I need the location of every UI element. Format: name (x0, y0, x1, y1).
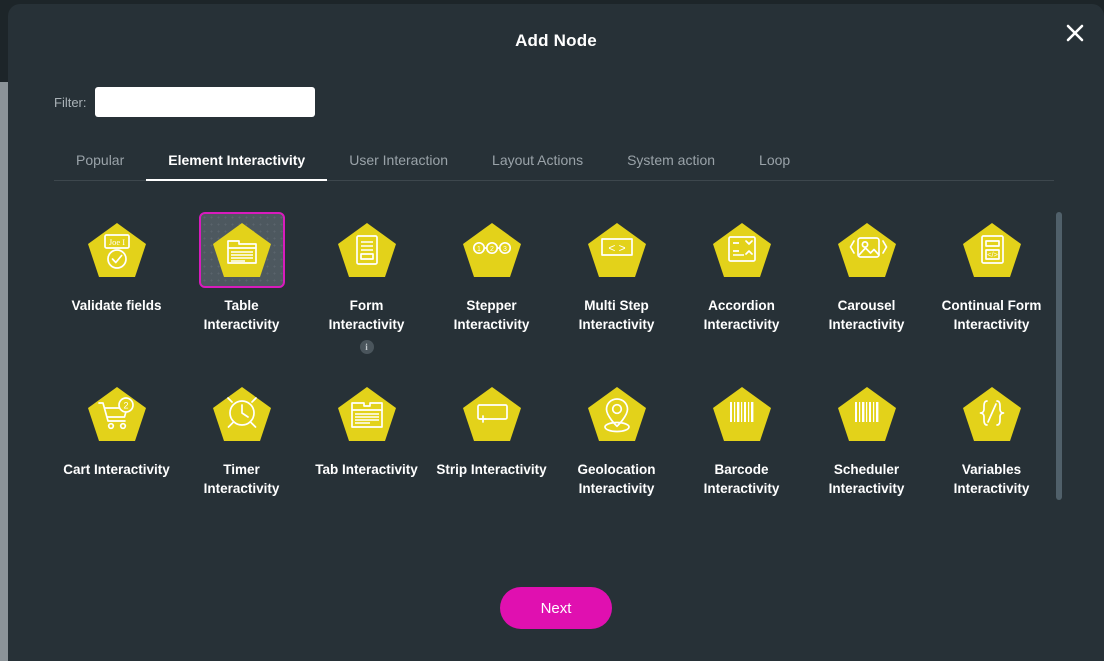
shopping-cart-icon: 2 (74, 376, 160, 452)
node-tile-label: Geolocation Interactivity (561, 460, 673, 498)
code-brackets-icon: < > (574, 212, 660, 288)
node-tile[interactable]: 2 Cart Interactivity (54, 376, 179, 498)
svg-text:1: 1 (477, 246, 481, 253)
node-tile[interactable]: Timer Interactivity (179, 376, 304, 498)
screen: Add Node Filter: PopularElement Interact… (0, 0, 1104, 661)
node-grid-container: Joe IValidate fieldsTable InteractivityF… (54, 204, 1054, 549)
node-tile[interactable]: Strip Interactivity (429, 376, 554, 498)
curly-slash-icon (949, 376, 1035, 452)
node-tile-label: Variables Interactivity (936, 460, 1048, 498)
tab-layout-actions[interactable]: Layout Actions (470, 152, 605, 180)
search-input[interactable] (95, 87, 315, 117)
node-tile[interactable]: 1 2 3 Stepper Interactivity (429, 212, 554, 354)
node-tile-label: Accordion Interactivity (686, 296, 798, 334)
alarm-clock-icon (199, 376, 285, 452)
node-tile[interactable]: Carousel Interactivity (804, 212, 929, 354)
node-tile[interactable]: Joe I Validate fields (54, 212, 179, 354)
node-tile-label: Table Interactivity (186, 296, 298, 334)
node-tile-label: Form Interactivity (311, 296, 423, 334)
tab-user-interaction[interactable]: User Interaction (327, 152, 470, 180)
form-icon (324, 212, 410, 288)
svg-text:3: 3 (503, 246, 507, 253)
name-tag-check-icon: Joe I (74, 212, 160, 288)
map-pin-icon (574, 376, 660, 452)
tab-system-action[interactable]: System action (605, 152, 737, 180)
node-tile[interactable]: Variables Interactivity (929, 376, 1054, 498)
filter-row: Filter: (54, 87, 315, 117)
node-tile-label: Tab Interactivity (315, 460, 418, 479)
scrollbar[interactable] (1056, 204, 1062, 554)
node-tile-label: Validate fields (71, 296, 161, 315)
node-tile-label: Continual Form Interactivity (936, 296, 1048, 334)
node-tile-label: Scheduler Interactivity (811, 460, 923, 498)
node-tile-label: Multi Step Interactivity (561, 296, 673, 334)
info-icon[interactable]: i (360, 340, 374, 354)
tab-bar: PopularElement InteractivityUser Interac… (54, 152, 1054, 181)
scrollbar-thumb[interactable] (1056, 212, 1062, 500)
node-tile[interactable]: Geolocation Interactivity (554, 376, 679, 498)
node-tile-label: Timer Interactivity (186, 460, 298, 498)
node-tile[interactable]: Barcode Interactivity (679, 376, 804, 498)
node-tile[interactable]: Scheduler Interactivity (804, 376, 929, 498)
node-tile[interactable]: Accordion Interactivity (679, 212, 804, 354)
barcode-icon (824, 376, 910, 452)
add-node-dialog: Add Node Filter: PopularElement Interact… (8, 4, 1104, 661)
continual-form-icon: </> (949, 212, 1035, 288)
svg-text:< >: < > (608, 241, 625, 255)
tab-element-interactivity[interactable]: Element Interactivity (146, 152, 327, 180)
folder-tab-icon (324, 376, 410, 452)
tab-popular[interactable]: Popular (54, 152, 146, 180)
svg-text:2: 2 (490, 246, 494, 253)
node-tile-label: Stepper Interactivity (436, 296, 548, 334)
table-icon (199, 212, 285, 288)
page-behind-strip (0, 82, 8, 661)
node-tile[interactable]: Form Interactivity i (304, 212, 429, 354)
node-tile-label: Cart Interactivity (63, 460, 170, 479)
node-tile[interactable]: Tab Interactivity (304, 376, 429, 498)
node-tile[interactable]: < > Multi Step Interactivity (554, 212, 679, 354)
node-tile[interactable]: Table Interactivity (179, 212, 304, 354)
stepper-123-icon: 1 2 3 (449, 212, 535, 288)
node-tile-label: Barcode Interactivity (686, 460, 798, 498)
accordion-icon (699, 212, 785, 288)
strip-plus-icon (449, 376, 535, 452)
filter-label: Filter: (54, 95, 87, 110)
node-grid: Joe IValidate fieldsTable InteractivityF… (54, 204, 1054, 499)
barcode-icon (699, 376, 785, 452)
next-button[interactable]: Next (500, 587, 612, 629)
node-tile[interactable]: </> Continual Form Interactivity (929, 212, 1054, 354)
page-behind-top (0, 0, 8, 82)
dialog-title: Add Node (8, 31, 1104, 51)
carousel-image-icon (824, 212, 910, 288)
node-tile-label: Carousel Interactivity (811, 296, 923, 334)
tab-loop[interactable]: Loop (737, 152, 812, 180)
svg-text:</>: </> (987, 250, 998, 259)
svg-text:2: 2 (123, 401, 128, 411)
svg-text:Joe I: Joe I (108, 237, 124, 247)
node-tile-label: Strip Interactivity (436, 460, 546, 479)
close-icon[interactable] (1058, 16, 1092, 50)
